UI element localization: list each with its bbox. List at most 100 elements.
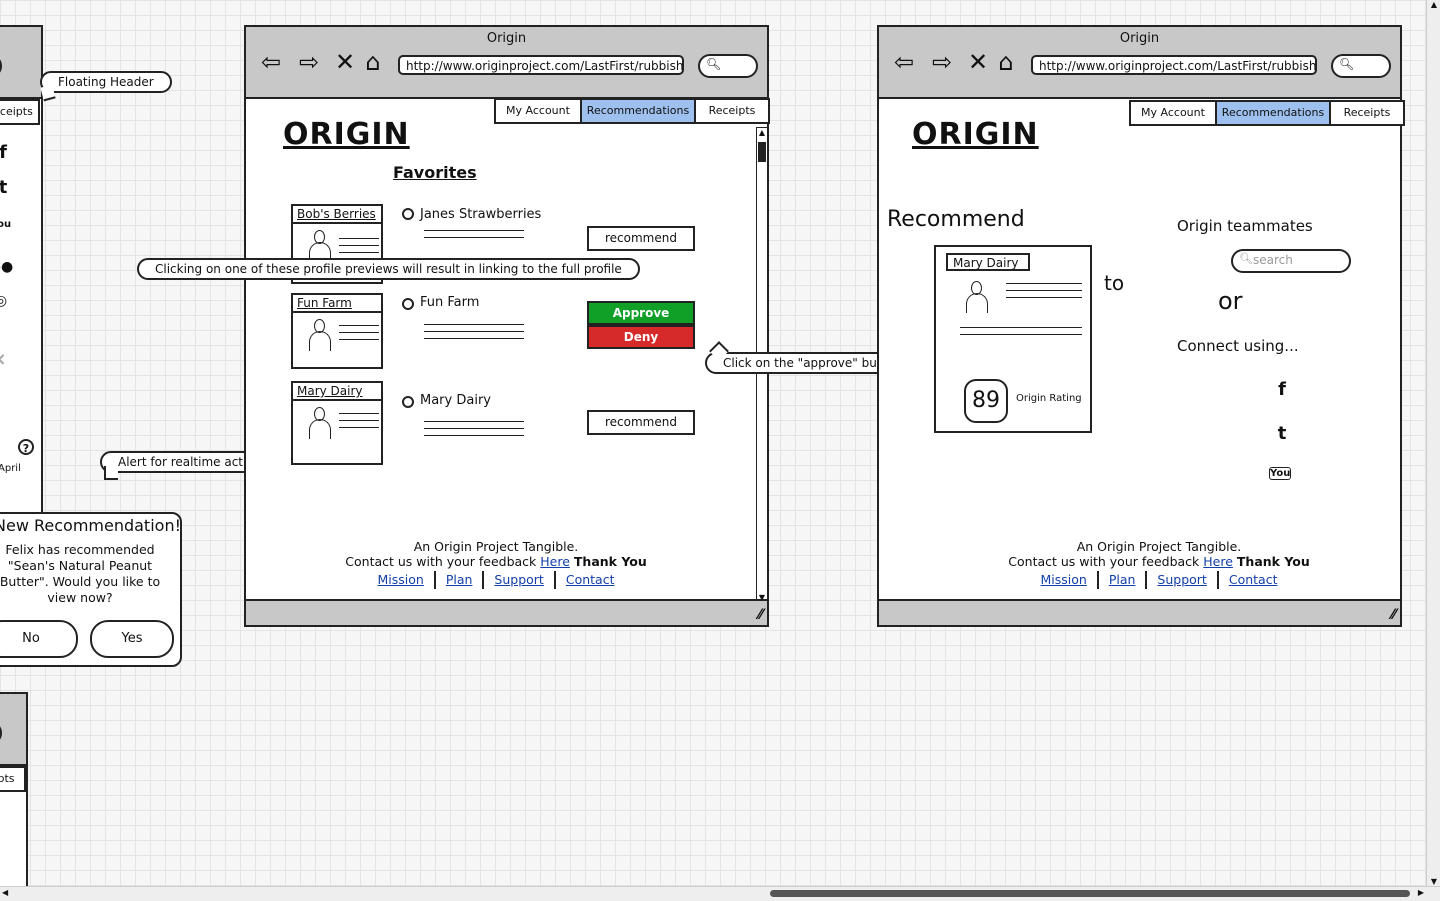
avatar [966, 281, 988, 315]
tab-recommendations[interactable]: Recommendations [1215, 100, 1331, 126]
scroll-up-icon[interactable]: ▲ [757, 128, 767, 137]
callout-tail [104, 466, 118, 480]
approve-button[interactable]: Approve [587, 301, 695, 325]
back-arrow-icon[interactable]: ⇦ [891, 49, 917, 75]
forward-arrow-icon[interactable]: ⇨ [929, 49, 955, 75]
text-placeholder-lines [424, 421, 524, 442]
teammate-search-input[interactable]: 🔍︎ search [1231, 249, 1351, 273]
logo[interactable]: ORIGIN [283, 117, 410, 152]
canvas-horizontal-scrollbar[interactable]: ◀ ▶ [0, 886, 1440, 901]
close-icon[interactable]: ✕ [965, 49, 991, 75]
recommend-button[interactable]: recommend [587, 226, 695, 251]
scroll-up-icon[interactable]: ▲ [1427, 0, 1440, 9]
favorites-title: Favorites [393, 163, 477, 182]
facebook-icon[interactable]: f [0, 142, 16, 163]
profile-card-mary-dairy[interactable]: Mary Dairy [291, 381, 383, 465]
avatar [309, 407, 331, 441]
url-bar[interactable]: http://www.originproject.com/LastFirst/r… [398, 55, 684, 75]
resize-grip-icon[interactable]: ⁄⁄ [758, 607, 763, 623]
recommendation-dialog: New Recommendation! Felix has recommende… [0, 512, 182, 667]
rating-label: Origin Rating [1016, 393, 1082, 404]
footer-links: Mission Plan Support Contact [989, 571, 1329, 589]
tab-my-account[interactable]: My Account [1129, 100, 1217, 126]
left-partial-window-lower: pts [0, 692, 28, 892]
close-icon[interactable]: ✕ [332, 49, 358, 75]
home-icon[interactable]: ⌂ [993, 49, 1019, 75]
month-label: April [0, 463, 21, 474]
close-icon[interactable]: × [0, 349, 12, 370]
page-footer: An Origin Project Tangible. Contact us w… [989, 539, 1329, 589]
rss-icon[interactable]: ◎ [0, 293, 14, 309]
teammates-label: Origin teammates [1177, 217, 1313, 235]
twitter-icon[interactable]: t [0, 177, 16, 198]
contact-link[interactable]: Contact [553, 571, 625, 589]
scroll-left-icon[interactable]: ◀ [2, 888, 8, 897]
browser-window-favorites: Origin ⇦ ⇨ ✕ ⌂ http://www.originproject.… [244, 25, 770, 627]
home-icon[interactable]: ⌂ [360, 49, 386, 75]
logo[interactable]: ORIGIN [912, 117, 1039, 152]
browser-chrome [0, 694, 26, 766]
scroll-thumb[interactable] [758, 142, 766, 162]
deny-button[interactable]: Deny [587, 325, 695, 349]
browser-chrome: Origin ⇦ ⇨ ✕ ⌂ http://www.originproject.… [246, 27, 767, 99]
callout-profile-preview: Clicking on one of these profile preview… [137, 258, 640, 280]
contact-link[interactable]: Contact [1216, 571, 1288, 589]
help-icon[interactable]: ? [18, 439, 34, 455]
callout-floating-header: Floating Header [40, 71, 172, 93]
back-arrow-icon[interactable]: ⇦ [258, 49, 284, 75]
flickr-icon[interactable]: ●● [0, 259, 14, 275]
search-pill[interactable]: 🔍︎ [698, 54, 758, 78]
recommend-product-card[interactable]: Mary Dairy 89 Origin Rating [934, 245, 1092, 433]
plan-link[interactable]: Plan [433, 571, 483, 589]
feedback-link[interactable]: Here [1203, 554, 1233, 569]
scroll-thumb[interactable] [770, 890, 1410, 897]
mission-link[interactable]: Mission [1031, 571, 1097, 589]
radio-fun-farm[interactable] [402, 298, 414, 310]
profile-card-name: Fun Farm [293, 295, 381, 313]
facebook-icon[interactable]: f [1269, 379, 1295, 400]
footer-feedback: Contact us with your feedback Here Thank… [345, 554, 647, 569]
canvas-vertical-scrollbar[interactable]: ▲ ▼ [1426, 0, 1440, 886]
search-pill[interactable]: 🔍︎ [1331, 54, 1391, 78]
resize-grip-icon[interactable]: ⁄⁄ [1391, 607, 1396, 623]
radio-mary-dairy[interactable] [402, 396, 414, 408]
youtube-icon[interactable]: You [0, 219, 14, 230]
rating-badge: 89 [964, 379, 1008, 423]
browser-chrome [0, 27, 41, 99]
tab-my-account[interactable]: My Account [494, 98, 582, 124]
radio-janes-strawberries[interactable] [402, 208, 414, 220]
footer-links: Mission Plan Support Contact [326, 571, 666, 589]
footer-tagline: An Origin Project Tangible. [1076, 539, 1242, 554]
search-pill[interactable] [0, 54, 2, 78]
support-link[interactable]: Support [1145, 571, 1216, 589]
text-placeholder-lines [960, 327, 1082, 341]
forward-arrow-icon[interactable]: ⇨ [296, 49, 322, 75]
yes-button[interactable]: Yes [90, 620, 174, 658]
or-label: or [1218, 287, 1243, 315]
tab-recommendations[interactable]: Recommendations [580, 98, 696, 124]
scroll-right-icon[interactable]: ▶ [1418, 888, 1424, 897]
connect-label: Connect using... [1177, 337, 1299, 355]
left-partial-window: eceipts f t You ●● ◎ × ? April [0, 25, 43, 515]
twitter-icon[interactable]: t [1269, 423, 1295, 444]
tab-receipts-partial[interactable]: pts [0, 766, 26, 792]
profile-card-fun-farm[interactable]: Fun Farm [291, 293, 383, 369]
plan-link[interactable]: Plan [1096, 571, 1146, 589]
tab-receipts-partial[interactable]: eceipts [0, 99, 40, 125]
tab-receipts[interactable]: Receipts [694, 98, 770, 124]
window-title: Origin [486, 31, 527, 46]
scroll-down-icon[interactable]: ▼ [1427, 877, 1440, 886]
text-placeholder-lines [339, 238, 379, 259]
no-button[interactable]: No [0, 620, 78, 658]
search-pill[interactable] [0, 721, 2, 745]
mission-link[interactable]: Mission [368, 571, 434, 589]
support-link[interactable]: Support [482, 571, 553, 589]
tab-receipts[interactable]: Receipts [1329, 100, 1405, 126]
url-bar[interactable]: http://www.originproject.com/LastFirst/r… [1031, 55, 1317, 75]
recommend-button[interactable]: recommend [587, 410, 695, 435]
footer-tagline: An Origin Project Tangible. [413, 539, 579, 554]
feedback-link[interactable]: Here [540, 554, 570, 569]
to-label: to [1104, 271, 1125, 295]
dialog-body: Felix has recommended "Sean's Natural Pe… [0, 542, 161, 605]
youtube-icon[interactable]: You [1269, 467, 1291, 480]
